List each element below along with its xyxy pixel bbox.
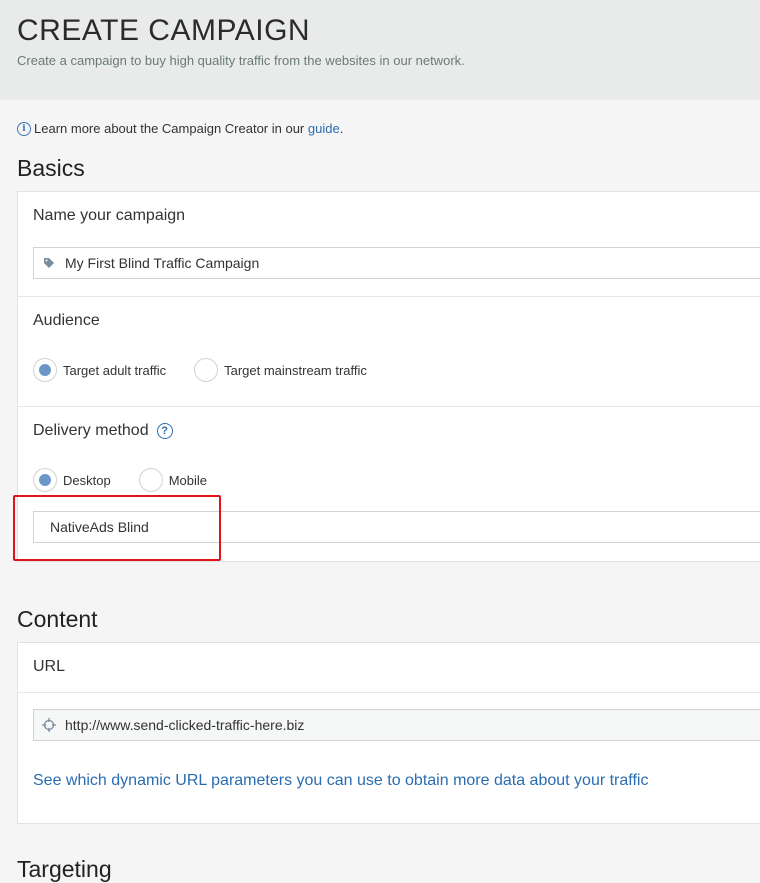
delivery-method-label-row: Delivery method ? [33,422,173,440]
info-text: Learn more about the Campaign Creator in… [34,121,308,136]
campaign-name-value: My First Blind Traffic Campaign [65,255,260,271]
radio-desktop-label[interactable]: Desktop [63,473,111,488]
page-subtitle: Create a campaign to buy high quality tr… [17,53,465,68]
highlight-annotation [13,495,221,561]
dynamic-url-params-link[interactable]: See which dynamic URL parameters you can… [33,772,648,790]
page-title: CREATE CAMPAIGN [17,14,311,47]
tag-icon [42,256,56,270]
campaign-name-label: Name your campaign [33,207,186,224]
radio-adult-traffic-label[interactable]: Target adult traffic [63,363,166,378]
url-value: http://www.send-clicked-traffic-here.biz [65,717,305,733]
radio-desktop[interactable] [33,468,57,492]
radio-adult-traffic[interactable] [33,358,57,382]
section-title-targeting: Targeting [17,856,112,882]
info-suffix: . [339,121,344,136]
guide-info-line: i Learn more about the Campaign Creator … [17,121,343,136]
info-icon: i [17,121,31,136]
url-label: URL [33,658,66,675]
radio-mobile-label[interactable]: Mobile [169,473,207,488]
section-title-basics: Basics [17,155,85,181]
crosshair-icon [42,718,56,732]
divider [18,406,760,407]
radio-mainstream-traffic[interactable] [194,358,219,382]
divider [18,296,760,297]
url-input[interactable]: http://www.send-clicked-traffic-here.biz [33,709,760,741]
radio-mainstream-traffic-label[interactable]: Target mainstream traffic [224,363,367,378]
delivery-radio-group: Desktop Mobile [33,468,235,492]
content-card: URL http://www.send-clicked-traffic-here… [17,642,760,824]
section-title-content: Content [17,606,98,632]
help-icon[interactable]: ? [156,423,173,439]
guide-link[interactable]: guide [308,121,340,136]
audience-label: Audience [33,312,100,329]
divider [18,692,760,693]
page-header: CREATE CAMPAIGN Create a campaign to buy… [0,0,760,100]
radio-mobile[interactable] [138,468,163,492]
delivery-method-label: Delivery method [33,422,149,439]
audience-radio-group: Target adult traffic Target mainstream t… [33,358,395,382]
campaign-name-input[interactable]: My First Blind Traffic Campaign [33,247,760,279]
